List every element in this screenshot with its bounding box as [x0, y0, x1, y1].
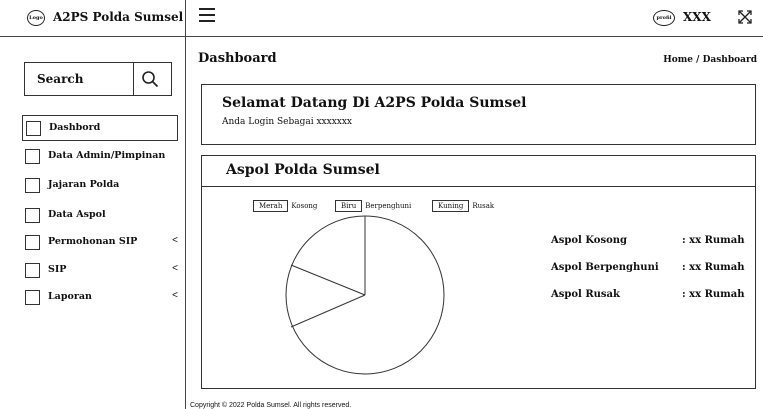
checkbox-icon: [25, 178, 40, 193]
aspol-card-header: Aspol Polda Sumsel: [202, 156, 755, 187]
sidebar-item-label: Data Admin/Pimpinan: [48, 150, 166, 161]
legend-swatch: Merah: [253, 199, 289, 212]
aspol-card: Aspol Polda Sumsel Merah Kosong Biru Berpe…: [201, 155, 756, 389]
search-icon[interactable]: [141, 70, 159, 88]
sidebar-item-label: Data Aspol: [48, 209, 106, 220]
sidebar-item-permohonan-sip[interactable]: Permohonan SIP <: [22, 230, 178, 256]
profile-avatar[interactable]: profil: [653, 10, 675, 26]
sidebar-item-data-admin[interactable]: Data Admin/Pimpinan: [22, 144, 178, 170]
legend-label: Berpenghuni: [365, 201, 412, 210]
page-title: Dashboard: [198, 51, 277, 66]
legend-item-berpenghuni: Biru Berpenghuni: [335, 195, 412, 212]
legend-label: Kosong: [291, 201, 318, 210]
welcome-subtitle: Anda Login Sebagai xxxxxxx: [222, 117, 352, 127]
pie-slice-divider: [290, 264, 366, 296]
search-box[interactable]: Search: [24, 62, 172, 96]
hamburger-menu-icon[interactable]: [199, 8, 215, 26]
breadcrumb[interactable]: Home / Dashboard: [663, 55, 757, 65]
chevron-left-icon[interactable]: <: [172, 263, 178, 274]
sidebar-item-dashbord[interactable]: Dashbord: [22, 115, 178, 141]
footer-copyright: Copyright © 2022 Polda Sumsel. All right…: [190, 402, 352, 409]
logo: Logo: [27, 10, 45, 26]
search-input[interactable]: Search: [37, 72, 83, 86]
search-divider: [133, 63, 134, 95]
legend-swatch: Biru: [335, 199, 363, 212]
stat-kosong-value: : xx Rumah: [682, 235, 745, 246]
chevron-left-icon[interactable]: <: [172, 235, 178, 246]
profile-name[interactable]: XXX: [683, 10, 711, 24]
top-bar: profil XXX: [186, 0, 763, 37]
brand-header: Logo A2PS Polda Sumsel: [0, 0, 186, 37]
welcome-title: Selamat Datang Di A2PS Polda Sumsel: [222, 95, 527, 111]
stat-rusak-label: Aspol Rusak: [551, 289, 620, 300]
sidebar-item-label: Laporan: [48, 291, 92, 302]
sidebar-item-label: Dashbord: [49, 122, 101, 133]
checkbox-icon: [25, 290, 40, 305]
checkbox-icon: [25, 208, 40, 223]
welcome-card: Selamat Datang Di A2PS Polda Sumsel Anda…: [201, 84, 756, 145]
pie-slice-divider: [290, 294, 366, 328]
checkbox-icon: [25, 235, 40, 250]
checkbox-icon: [25, 263, 40, 278]
pie-chart: [285, 215, 445, 375]
stat-kosong-label: Aspol Kosong: [551, 235, 628, 246]
stat-rusak-value: : xx Rumah: [682, 289, 745, 300]
checkbox-icon: [26, 121, 41, 136]
legend-item-kosong: Merah Kosong: [253, 195, 318, 212]
sidebar-item-sip[interactable]: SIP <: [22, 258, 178, 284]
checkbox-icon: [25, 149, 40, 164]
legend-swatch: Kuning: [432, 199, 470, 212]
sidebar: Logo A2PS Polda Sumsel Search Dashbord D…: [0, 0, 186, 409]
sidebar-item-data-aspol[interactable]: Data Aspol: [22, 203, 178, 229]
aspol-title: Aspol Polda Sumsel: [226, 162, 380, 178]
sidebar-item-label: Jajaran Polda: [48, 179, 120, 190]
legend-item-rusak: Kuning Rusak: [432, 195, 495, 212]
sidebar-item-label: SIP: [48, 264, 67, 275]
legend-label: Rusak: [472, 201, 495, 210]
sidebar-item-laporan[interactable]: Laporan <: [22, 285, 178, 311]
stat-berpenghuni-value: : xx Rumah: [682, 262, 745, 273]
stat-berpenghuni-label: Aspol Berpenghuni: [551, 262, 659, 273]
brand-title: A2PS Polda Sumsel: [53, 10, 184, 24]
sidebar-item-label: Permohonan SIP: [48, 236, 138, 247]
fullscreen-icon[interactable]: [737, 9, 753, 25]
sidebar-item-jajaran-polda[interactable]: Jajaran Polda: [22, 173, 178, 199]
chevron-left-icon[interactable]: <: [172, 290, 178, 301]
